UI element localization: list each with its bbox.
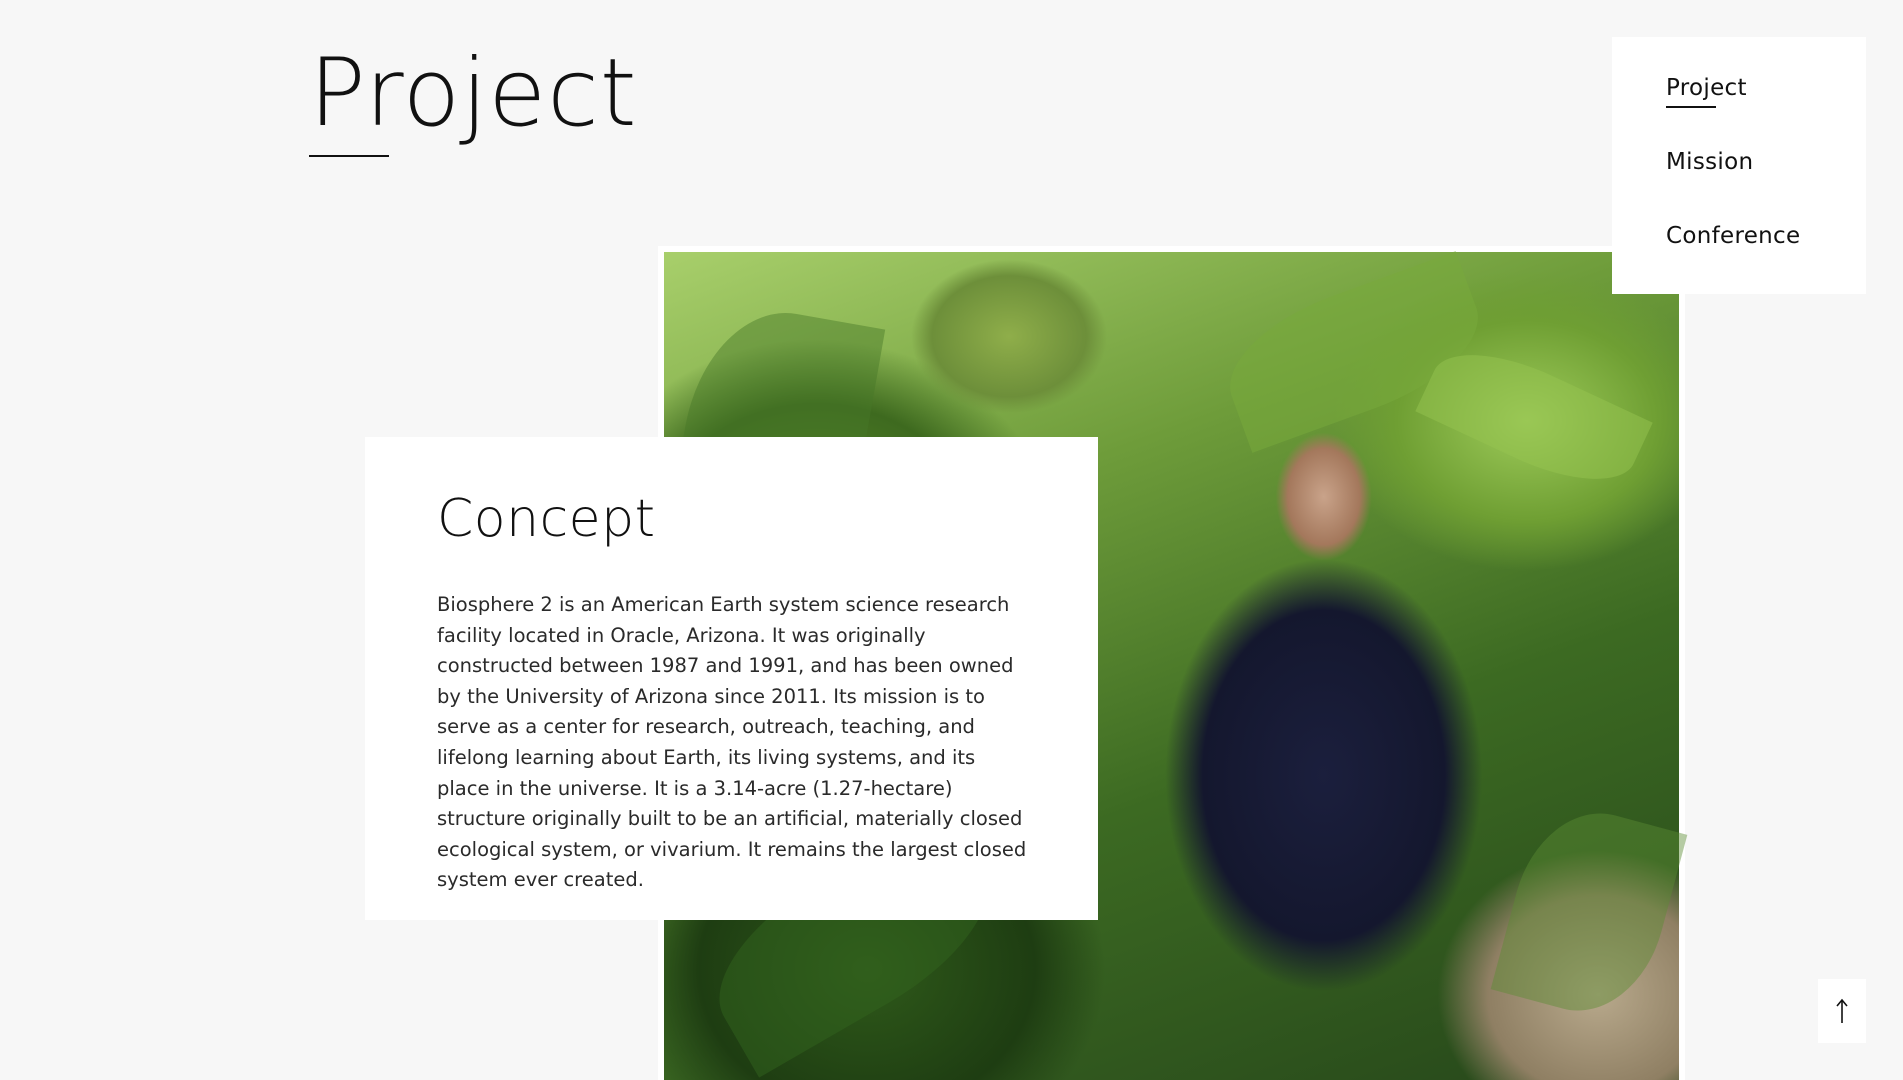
leaf-shape	[1490, 795, 1688, 1029]
page-title: Project	[309, 39, 638, 148]
concept-heading: Concept	[437, 489, 656, 549]
nav-panel: Project Mission Conference	[1612, 37, 1866, 294]
scroll-to-top-button[interactable]	[1818, 979, 1866, 1043]
title-underline	[309, 155, 389, 157]
arrow-up-icon	[1836, 998, 1848, 1023]
concept-body: Biosphere 2 is an American Earth system …	[437, 593, 1027, 892]
page: Project Concept Biosphere 2 is an Americ…	[0, 0, 1903, 1080]
nav-item-mission[interactable]: Mission	[1666, 149, 1753, 175]
concept-card: Concept Biosphere 2 is an American Earth…	[365, 437, 1098, 920]
nav-item-conference[interactable]: Conference	[1666, 223, 1800, 249]
nav-item-project[interactable]: Project	[1666, 75, 1747, 108]
